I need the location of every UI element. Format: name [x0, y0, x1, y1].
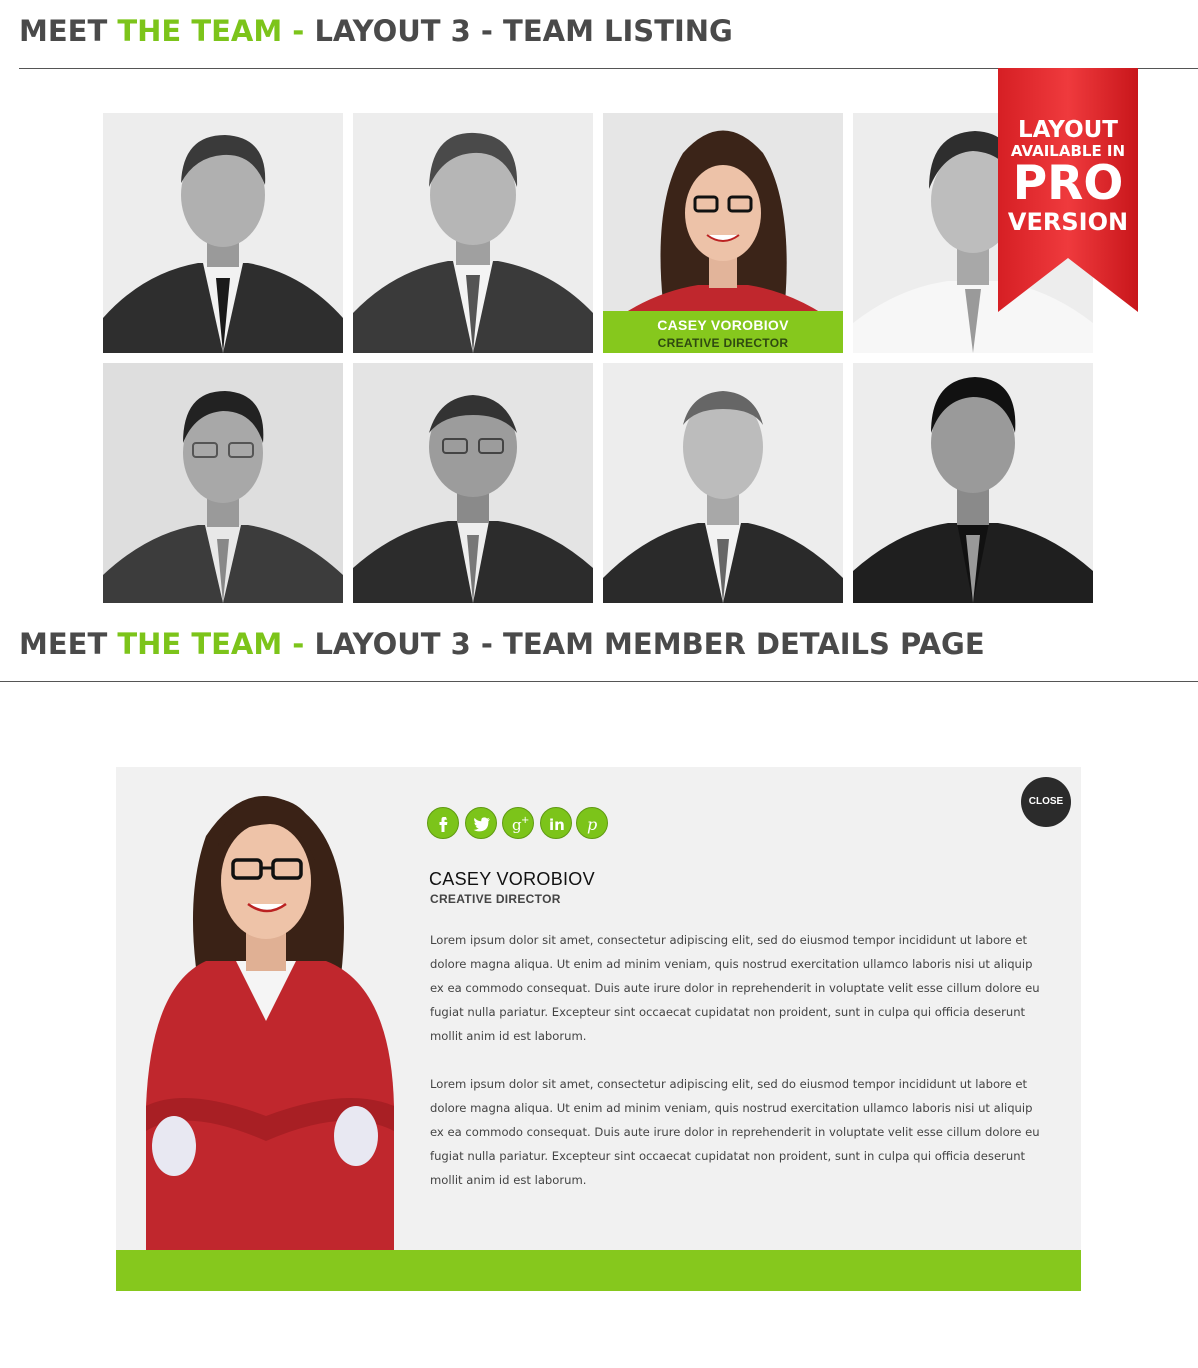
pinterest-icon[interactable]: p: [576, 807, 608, 839]
member-photo: [103, 363, 343, 603]
member-caption: CASEY VOROBIOV CREATIVE DIRECTOR: [603, 311, 843, 353]
title-text: MEET: [19, 627, 118, 661]
close-button[interactable]: CLOSE: [1021, 777, 1071, 827]
ribbon-text: PRO: [1012, 156, 1124, 211]
title-text: LAYOUT 3 - TEAM LISTING: [314, 14, 733, 48]
member-photo: [103, 113, 343, 353]
twitter-icon[interactable]: [465, 807, 497, 839]
title-highlight: THE TEAM -: [117, 627, 315, 661]
listing-section-title: MEET THE TEAM - LAYOUT 3 - TEAM LISTING: [19, 14, 733, 48]
team-member-card-highlighted[interactable]: CASEY VOROBIOV CREATIVE DIRECTOR: [603, 113, 843, 353]
svg-text:+: +: [521, 815, 529, 826]
team-member-card[interactable]: [353, 113, 593, 353]
team-member-card[interactable]: [103, 363, 343, 603]
member-bio-paragraph: Lorem ipsum dolor sit amet, consectetur …: [430, 933, 1040, 1043]
member-role: CREATIVE DIRECTOR: [430, 892, 561, 906]
member-photo: [353, 363, 593, 603]
google-plus-icon[interactable]: g +: [502, 807, 534, 839]
member-bio-paragraph: Lorem ipsum dolor sit amet, consectetur …: [430, 1077, 1040, 1187]
facebook-icon[interactable]: [427, 807, 459, 839]
member-photo: [603, 363, 843, 603]
member-photo: [853, 363, 1093, 603]
team-member-card[interactable]: [603, 363, 843, 603]
title-text: LAYOUT 3 - TEAM MEMBER DETAILS PAGE: [314, 627, 985, 661]
member-name: CASEY VOROBIOV: [429, 869, 595, 889]
team-member-card[interactable]: [353, 363, 593, 603]
member-role: CREATIVE DIRECTOR: [657, 336, 789, 350]
linkedin-icon[interactable]: in: [540, 807, 572, 839]
ribbon-text: LAYOUT: [1017, 117, 1118, 143]
title-divider: [0, 681, 1198, 682]
member-name: CASEY VOROBIOV: [657, 317, 789, 333]
member-portrait: [146, 796, 394, 1250]
details-footer-bar: [116, 1250, 1081, 1291]
svg-text:p: p: [587, 815, 597, 834]
title-highlight: THE TEAM -: [117, 14, 315, 48]
team-member-card[interactable]: [853, 363, 1093, 603]
member-photo: [353, 113, 593, 353]
ribbon-text: VERSION: [1007, 208, 1129, 236]
title-text: MEET: [19, 14, 118, 48]
svg-text:in: in: [549, 816, 565, 834]
team-member-card[interactable]: [103, 113, 343, 353]
details-section-title: MEET THE TEAM - LAYOUT 3 - TEAM MEMBER D…: [19, 627, 985, 661]
